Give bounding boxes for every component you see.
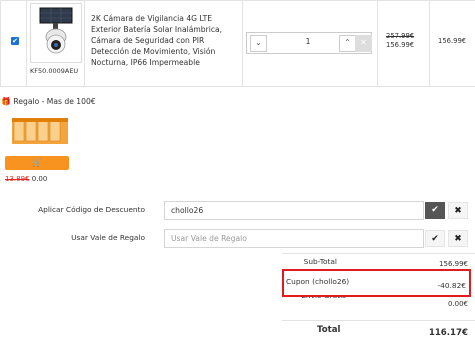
gift-product-image[interactable] [10, 112, 70, 148]
close-icon: ✖ [454, 206, 462, 216]
discount-code-input[interactable]: chollo26 [164, 201, 424, 220]
table-top-border [0, 0, 475, 1]
chevron-down-icon[interactable]: ⌄ [250, 35, 267, 52]
item-old-price: 257.99€ [386, 32, 415, 40]
gift-heading: 🎁 Regalo - Mas de 100€ [1, 97, 96, 106]
table-bottom-border [0, 86, 475, 87]
add-gift-to-cart-button[interactable]: 🛒 [5, 156, 69, 170]
totals-divider [282, 320, 475, 321]
totals-divider [282, 253, 475, 254]
discount-code-label: Aplicar Código de Descuento [38, 205, 145, 214]
col-divider [429, 0, 430, 86]
voucher-input[interactable]: Usar Vale de Regalo [164, 229, 424, 248]
gift-price: 13.89€ 0.00 [5, 175, 47, 183]
product-sku: KF50.0009AEU [30, 67, 79, 75]
item-total: 156.99€ [438, 37, 467, 45]
item-select-checkbox[interactable]: ✔ [11, 37, 19, 45]
product-thumbnail[interactable] [30, 3, 82, 63]
gift-title: Regalo - Mas de 100€ [13, 97, 96, 106]
apply-voucher-button[interactable]: ✔ [425, 230, 445, 247]
product-name-line: Nocturna, IP66 Impermeable [91, 58, 200, 67]
clear-voucher-button[interactable]: ✖ [448, 230, 468, 247]
shipping-value: 0.00€ [447, 300, 468, 308]
total-value: 116.17€ [428, 328, 468, 338]
item-price: 156.99€ [386, 41, 415, 49]
total-label: Total [317, 325, 341, 335]
voucher-label: Usar Vale de Regalo [71, 233, 145, 242]
gift-pack-image [12, 118, 68, 144]
remove-item-button[interactable]: ✕ [355, 35, 372, 52]
gift-old-price: 13.89€ [5, 175, 30, 183]
product-name-line: Exterior Batería Solar Inalámbrica, [91, 25, 223, 34]
coupon-label: Cupon (chollo26) [286, 277, 350, 286]
product-name-line: Cámara de Seguridad con PIR [91, 36, 205, 45]
quantity-stepper[interactable]: ⌄ 1 ⌃ ✕ [246, 32, 372, 54]
cart-icon: 🛒 [32, 158, 42, 167]
gift-new-price: 0.00 [31, 175, 48, 183]
chevron-up-icon[interactable]: ⌃ [339, 35, 356, 52]
col-divider [84, 0, 85, 86]
check-icon: ✔ [431, 205, 439, 215]
subtotal-value: 156.99€ [439, 260, 468, 268]
apply-discount-button[interactable]: ✔ [425, 202, 445, 219]
coupon-value: -40.82€ [437, 281, 466, 290]
product-name[interactable]: 2K Cámara de Vigilancia 4G LTE Exterior … [91, 13, 239, 68]
product-name-line: Detección de Movimiento, Visión [91, 47, 216, 56]
check-icon: ✔ [431, 234, 439, 244]
col-divider [26, 0, 27, 86]
solar-camera-image [39, 7, 73, 54]
coupon-highlight-box: Cupon (chollo26) -40.82€ [282, 269, 471, 297]
clear-discount-button[interactable]: ✖ [448, 202, 468, 219]
gift-icon: 🎁 [1, 97, 11, 106]
col-divider [242, 0, 243, 86]
close-icon: ✖ [454, 234, 462, 244]
col-divider [377, 0, 378, 86]
product-name-line: 2K Cámara de Vigilancia 4G LTE [91, 14, 213, 23]
subtotal-label: Sub-Total [303, 257, 337, 266]
table-left-border [0, 0, 1, 86]
quantity-value[interactable]: 1 [269, 37, 347, 46]
